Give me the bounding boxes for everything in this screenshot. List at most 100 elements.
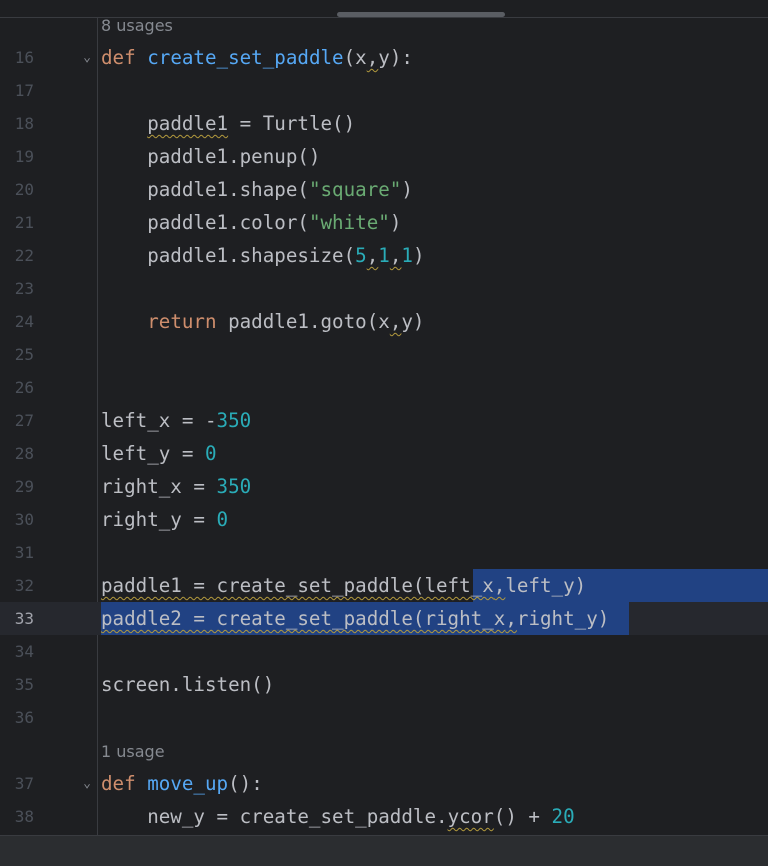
code-line[interactable]: 22 paddle1.shapesize(5,1,1) [0,239,768,272]
code-text[interactable]: right_y = 0 [101,503,228,536]
line-number: 16 [14,48,34,67]
fold-chevron-icon[interactable]: ⌄ [80,767,94,800]
line-number: 19 [14,147,34,166]
code-line[interactable]: 32 paddle1 = create_set_paddle(left_x,lef… [0,569,768,602]
code-line[interactable]: 26 [0,371,768,404]
code-line[interactable]: 20 paddle1.shape("square") [0,173,768,206]
line-number: 33 [14,609,34,628]
code-token: screen.listen() [101,673,275,696]
code-text[interactable]: screen.listen() [101,668,274,701]
line-number: 34 [14,642,34,661]
code-text[interactable]: paddle1.shape("square") [101,173,413,206]
code-line[interactable]: 21 paddle1.color("white") [0,206,768,239]
code-line[interactable]: 17 [0,74,768,107]
code-line[interactable]: 16 ⌄ def create_set_paddle(x,y): [0,41,768,74]
code-line[interactable]: 33 paddle2 = create_set_paddle(right_x,ri… [0,602,768,635]
line-number: 22 [14,246,34,265]
usages-hint-move-up[interactable]: 1 usage [101,742,165,762]
line-number: 30 [14,510,34,529]
code-editor[interactable]: 8 usages 1 usage 16 ⌄ def create_set_paddl… [0,0,768,835]
code-text[interactable]: def create_set_paddle(x,y): [101,41,413,74]
code-token: 20 [551,805,575,828]
code-token: ) [389,211,402,234]
code-text[interactable]: new_y = create_set_paddle.ycor() + 20 [101,800,575,833]
code-token: ) [401,178,413,201]
line-number: 20 [14,180,34,199]
code-token-warning: , [366,244,379,267]
code-token: right_y) [516,607,610,630]
code-token: 350 [216,409,252,432]
code-text[interactable]: paddle1.penup() [101,140,320,173]
editor-bottom-bar [0,835,768,866]
code-token-warning: , [366,46,379,69]
line-number: 21 [14,213,34,232]
code-token-warning: paddle1 [147,112,229,135]
code-token-warning: paddle1 = create_set_paddle(left_x [101,574,494,597]
code-text[interactable]: paddle1.shapesize(5,1,1) [101,239,425,272]
code-text[interactable]: left_y = 0 [101,437,217,470]
code-text[interactable]: def move_up(): [101,767,263,800]
code-token: y) [401,310,425,333]
code-line[interactable]: 29 right_x = 350 [0,470,768,503]
line-number: 38 [14,807,34,826]
code-line[interactable]: 24 return paddle1.goto(x,y) [0,305,768,338]
code-token: (x [343,46,367,69]
code-token: 5 [355,244,367,267]
code-text[interactable]: return paddle1.goto(x,y) [101,305,424,338]
code-text[interactable]: paddle1.color("white") [101,206,401,239]
code-line[interactable]: 27 left_x = -350 [0,404,768,437]
code-token: "square" [308,178,402,201]
line-number: 26 [14,378,34,397]
code-token: return [147,310,217,333]
code-line[interactable]: 34 [0,635,768,668]
code-text[interactable]: right_x = 350 [101,470,251,503]
line-number: 27 [14,411,34,430]
code-token: 1 [401,244,413,267]
code-token: paddle1.shapesize( [101,244,356,267]
code-line[interactable]: 37 ⌄ def move_up(): [0,767,768,800]
code-text[interactable]: paddle1 = create_set_paddle(left_x,left_… [101,569,586,602]
code-line[interactable]: 31 [0,536,768,569]
code-token: create_set_paddle [147,46,344,69]
code-line[interactable]: 35 screen.listen() [0,668,768,701]
code-token: left_x = - [101,409,217,432]
code-text[interactable]: paddle2 = create_set_paddle(right_x,righ… [101,602,609,635]
code-line[interactable]: 30 right_y = 0 [0,503,768,536]
code-line[interactable]: 36 [0,701,768,734]
code-token: = Turtle() [228,112,356,135]
code-token: left_y = [101,442,205,465]
code-token: ) [412,244,425,267]
code-text[interactable]: paddle1 = Turtle() [101,107,355,140]
code-text[interactable]: left_x = -350 [101,404,251,437]
code-token: paddle1.goto(x [216,310,390,333]
code-line[interactable]: 23 [0,272,768,305]
code-token-warning: , [389,310,402,333]
line-number: 36 [14,708,34,727]
code-token: (): [228,772,263,795]
line-number: 31 [14,543,34,562]
code-line[interactable]: 28 left_y = 0 [0,437,768,470]
horizontal-scroll-handle[interactable] [337,12,505,17]
code-token-warning: , [493,574,506,597]
code-line[interactable]: 25 [0,338,768,371]
code-token: new_y = create_set_paddle. [101,805,448,828]
code-token: "white" [308,211,390,234]
code-token-warning: ycor [447,805,494,828]
code-line[interactable]: 19 paddle1.penup() [0,140,768,173]
code-token: paddle1.shape( [101,178,309,201]
line-number: 29 [14,477,34,496]
code-token: paddle1.color( [101,211,309,234]
usages-hint-create-set-paddle[interactable]: 8 usages [101,16,173,36]
code-token: 1 [378,244,390,267]
fold-chevron-icon[interactable]: ⌄ [80,41,94,74]
code-token: right_y = [101,508,217,531]
code-token: left_y) [505,574,587,597]
code-line[interactable]: 38 new_y = create_set_paddle.ycor() + 20 [0,800,768,833]
code-line[interactable]: 18 paddle1 = Turtle() [0,107,768,140]
line-number: 18 [14,114,34,133]
code-token: def [101,772,136,795]
